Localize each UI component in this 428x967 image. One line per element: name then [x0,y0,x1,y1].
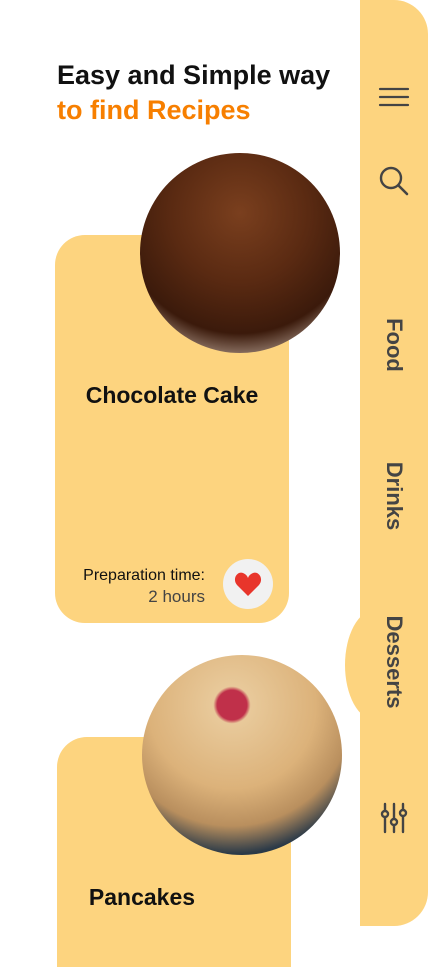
heart-icon [234,572,262,596]
preparation-time: Preparation time: 2 hours [66,565,205,607]
title-line-1: Easy and Simple way [57,60,331,90]
tab-food[interactable]: Food [381,318,407,372]
prep-value: 2 hours [148,587,205,606]
title-line-2: to find Recipes [57,95,251,125]
favorite-button[interactable] [223,559,273,609]
pancakes-image [142,655,342,855]
prep-label: Preparation time: [83,567,205,584]
recipe-name: Pancakes [88,884,196,910]
filter-icon[interactable] [376,800,412,836]
tab-drinks[interactable]: Drinks [381,462,407,530]
tab-desserts[interactable]: Desserts [381,616,407,709]
page-title: Easy and Simple way to find Recipes [57,58,330,128]
menu-icon[interactable] [376,79,412,115]
chocolate-cake-image [140,153,340,353]
recipe-name: Chocolate Cake [85,382,259,408]
search-icon[interactable] [376,163,412,199]
